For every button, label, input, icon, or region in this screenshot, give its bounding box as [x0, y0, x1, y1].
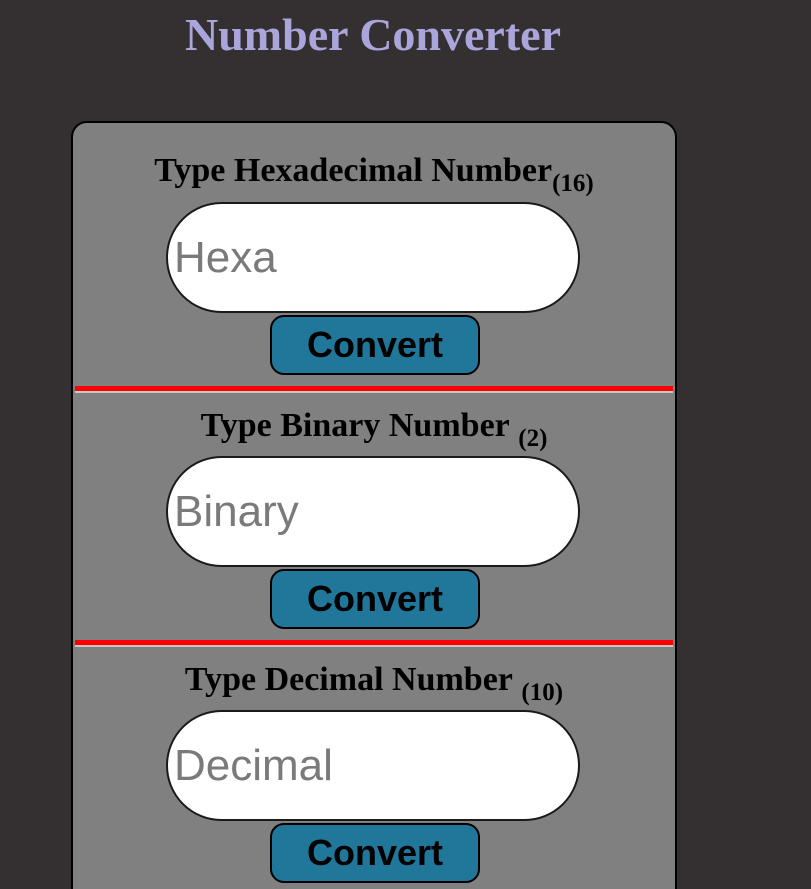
binary-label: Type Binary Number (2): [73, 407, 675, 452]
binary-input[interactable]: [166, 456, 580, 567]
divider-2: [75, 640, 673, 647]
decimal-convert-button[interactable]: Convert: [270, 823, 480, 883]
decimal-input[interactable]: [166, 710, 580, 821]
hex-base-subscript: (16): [552, 170, 594, 197]
binary-label-text: Type Binary Number: [200, 407, 510, 444]
converter-card: Type Hexadecimal Number(16) Convert Type…: [71, 121, 677, 889]
divider-1: [75, 386, 673, 393]
decimal-label: Type Decimal Number (10): [73, 661, 675, 706]
page-title: Number Converter: [185, 9, 561, 60]
hex-label: Type Hexadecimal Number(16): [73, 152, 675, 197]
hex-input[interactable]: [166, 202, 580, 313]
hex-convert-button[interactable]: Convert: [270, 315, 480, 375]
decimal-base-subscript: (10): [521, 679, 564, 706]
hex-label-text: Type Hexadecimal Number: [154, 152, 553, 189]
binary-convert-button[interactable]: Convert: [270, 569, 480, 629]
decimal-label-text: Type Decimal Number: [184, 661, 513, 698]
binary-base-subscript: (2): [518, 425, 548, 452]
